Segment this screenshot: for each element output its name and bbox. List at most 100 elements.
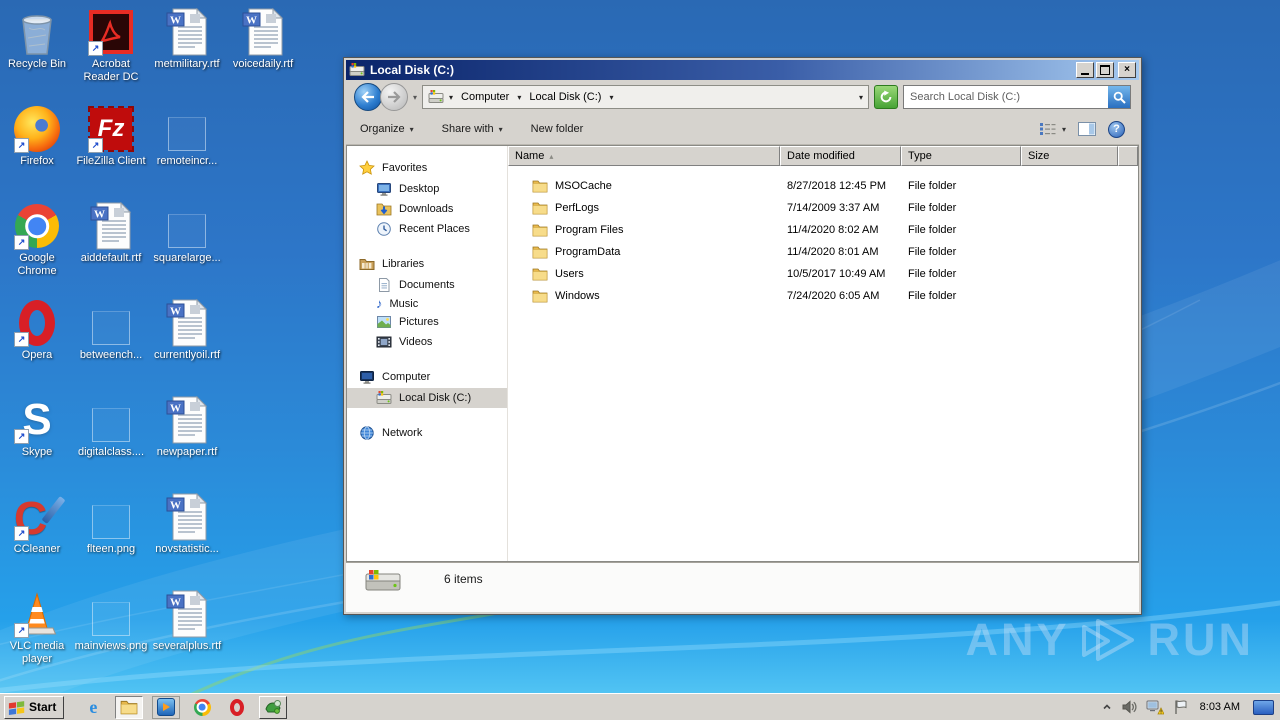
desktop-icon-acrobat-reader-dc[interactable]: ↗Acrobat Reader DC bbox=[74, 8, 148, 84]
sidebar-item-desktop[interactable]: Desktop bbox=[347, 179, 507, 199]
desktop-icon-newpaper-rtf[interactable]: Wnewpaper.rtf bbox=[150, 396, 224, 459]
column-header-name[interactable]: Name▴ bbox=[508, 146, 780, 166]
sidebar-section-network[interactable]: Network bbox=[347, 423, 507, 444]
chevron-down-icon: ▾ bbox=[499, 125, 503, 134]
file-row-perflogs[interactable]: PerfLogs7/14/2009 3:37 AMFile folder bbox=[508, 197, 1138, 219]
opera-button[interactable] bbox=[224, 697, 250, 718]
breadcrumb-item-local-disk-c[interactable]: Local Disk (C:) bbox=[526, 89, 604, 105]
desktop-icon-voicedaily-rtf[interactable]: Wvoicedaily.rtf bbox=[226, 8, 300, 71]
sidebar-item-local-disk-c[interactable]: Local Disk (C:) bbox=[347, 388, 507, 408]
file-row-users[interactable]: Users10/5/2017 10:49 AMFile folder bbox=[508, 263, 1138, 285]
file-row-program-files[interactable]: Program Files11/4/2020 8:02 AMFile folde… bbox=[508, 219, 1138, 241]
picture-frame-icon bbox=[376, 314, 392, 330]
action-center-flag-icon[interactable] bbox=[1173, 699, 1187, 715]
shortcut-arrow-icon: ↗ bbox=[14, 623, 29, 638]
search-icon[interactable] bbox=[1108, 86, 1130, 108]
file-row-programdata[interactable]: ProgramData11/4/2020 8:01 AMFile folder bbox=[508, 241, 1138, 263]
green-app-icon bbox=[264, 699, 282, 715]
taskbar-clock[interactable]: 8:03 AM bbox=[1196, 701, 1244, 713]
column-header-date-modified[interactable]: Date modified bbox=[780, 146, 901, 166]
desktop-icon-betweench[interactable]: betweench... bbox=[74, 299, 148, 362]
desktop-icon-label: betweench... bbox=[74, 349, 148, 362]
sidebar-section-favorites[interactable]: Favorites bbox=[347, 158, 507, 179]
maximize-button[interactable] bbox=[1096, 62, 1114, 78]
desktop-icon-severalplus-rtf[interactable]: Wseveralplus.rtf bbox=[150, 590, 224, 653]
desktop-icon-google-chrome[interactable]: ↗Google Chrome bbox=[0, 202, 74, 278]
sidebar-item-videos[interactable]: Videos bbox=[347, 332, 507, 352]
views-button[interactable]: ▾ bbox=[1039, 122, 1066, 136]
desktop-icon-novstatistic[interactable]: Wnovstatistic... bbox=[150, 493, 224, 556]
organize-button[interactable]: Organize▾ bbox=[360, 123, 414, 135]
desktop-icon-vlc-media-player[interactable]: ↗VLC media player bbox=[0, 590, 74, 666]
desktop-icon-filezilla-client[interactable]: Fz↗FileZilla Client bbox=[74, 105, 148, 168]
desktop-icon-aiddefault-rtf[interactable]: Waiddefault.rtf bbox=[74, 202, 148, 265]
breadcrumb-item-computer[interactable]: Computer bbox=[458, 89, 512, 105]
internet-explorer-icon: e bbox=[89, 697, 97, 718]
windows-explorer-button[interactable] bbox=[115, 696, 143, 719]
new-folder-button[interactable]: New folder bbox=[531, 123, 584, 135]
breadcrumb[interactable]: ▾ Computer ▾ Local Disk (C:) ▾ ▾ bbox=[422, 85, 869, 109]
share-with-button[interactable]: Share with▾ bbox=[442, 123, 503, 135]
file-name: Users bbox=[555, 268, 584, 280]
address-dropdown-icon[interactable]: ▾ bbox=[859, 93, 863, 102]
sidebar-item-music[interactable]: ♪Music bbox=[347, 295, 507, 312]
network-warning-icon[interactable] bbox=[1146, 699, 1164, 715]
display-tray-icon[interactable] bbox=[1253, 700, 1274, 715]
desktop-icon-flteen-png[interactable]: flteen.png bbox=[74, 493, 148, 556]
desktop-icon-ccleaner[interactable]: C↗CCleaner bbox=[0, 493, 74, 556]
desktop-icon-currentlyoil-rtf[interactable]: Wcurrentlyoil.rtf bbox=[150, 299, 224, 362]
desktop-icon-metmilitary-rtf[interactable]: Wmetmilitary.rtf bbox=[150, 8, 224, 71]
volume-icon[interactable] bbox=[1121, 699, 1137, 715]
history-dropdown-icon[interactable]: ▾ bbox=[413, 93, 417, 102]
desktop-icon-skype[interactable]: S↗Skype bbox=[0, 396, 74, 459]
internet-explorer-button[interactable]: e bbox=[80, 697, 106, 718]
minimize-button[interactable] bbox=[1076, 62, 1094, 78]
file-row-windows[interactable]: Windows7/24/2020 6:05 AMFile folder bbox=[508, 285, 1138, 307]
breadcrumb-separator-icon[interactable]: ▾ bbox=[449, 93, 453, 102]
desktop-icon-label: Google Chrome bbox=[0, 252, 74, 278]
breadcrumb-separator-icon[interactable]: ▾ bbox=[609, 93, 613, 102]
close-button[interactable]: × bbox=[1118, 62, 1136, 78]
sidebar-item-recent-places[interactable]: Recent Places bbox=[347, 219, 507, 239]
network-globe-icon bbox=[359, 425, 375, 441]
desktop-icon-mainviews-png[interactable]: mainviews.png bbox=[74, 590, 148, 653]
shortcut-arrow-icon: ↗ bbox=[14, 332, 29, 347]
expand-chevron-icon[interactable] bbox=[1102, 702, 1112, 712]
sidebar-item-label: Downloads bbox=[399, 203, 453, 215]
refresh-button[interactable] bbox=[874, 85, 898, 109]
preview-pane-button[interactable] bbox=[1078, 122, 1096, 136]
desktop-icon-firefox[interactable]: ↗Firefox bbox=[0, 105, 74, 168]
desktop-icon-recycle-bin[interactable]: Recycle Bin bbox=[0, 8, 74, 71]
column-header-type[interactable]: Type bbox=[901, 146, 1021, 166]
ccleaner-icon: C↗ bbox=[13, 493, 61, 541]
chrome-button[interactable] bbox=[189, 697, 215, 718]
start-button[interactable]: Start bbox=[4, 696, 64, 719]
windows-explorer-icon bbox=[120, 699, 138, 715]
forward-button[interactable] bbox=[380, 83, 408, 111]
sidebar-item-documents[interactable]: Documents bbox=[347, 275, 507, 295]
desktop-icon-digitalclass[interactable]: digitalclass.... bbox=[74, 396, 148, 459]
desktop-icon-remoteincr[interactable]: remoteincr... bbox=[150, 105, 224, 168]
search-input[interactable] bbox=[904, 91, 1108, 103]
document-page-icon bbox=[376, 277, 392, 293]
sidebar-item-downloads[interactable]: Downloads bbox=[347, 199, 507, 219]
file-row-msocache[interactable]: MSOCache8/27/2018 12:45 PMFile folder bbox=[508, 175, 1138, 197]
title-bar[interactable]: Local Disk (C:) × bbox=[346, 60, 1139, 80]
sidebar-section-libraries[interactable]: Libraries bbox=[347, 254, 507, 275]
skype-icon: S↗ bbox=[13, 396, 61, 444]
sidebar-item-pictures[interactable]: Pictures bbox=[347, 312, 507, 332]
sidebar-section-computer[interactable]: Computer bbox=[347, 367, 507, 388]
hard-disk-icon bbox=[349, 62, 365, 78]
file-name: Windows bbox=[555, 290, 600, 302]
folder-icon bbox=[532, 245, 548, 259]
column-header-size[interactable]: Size bbox=[1021, 146, 1118, 166]
shortcut-arrow-icon: ↗ bbox=[88, 41, 103, 56]
help-button[interactable]: ? bbox=[1108, 121, 1125, 138]
back-button[interactable] bbox=[354, 83, 382, 111]
green-app-button[interactable] bbox=[259, 696, 287, 719]
media-player-button[interactable] bbox=[152, 696, 180, 719]
desktop-icon-opera[interactable]: ↗Opera bbox=[0, 299, 74, 362]
desktop-icon-squarelarge[interactable]: squarelarge... bbox=[150, 202, 224, 265]
breadcrumb-separator-icon[interactable]: ▾ bbox=[517, 93, 521, 102]
sidebar-section-label: Libraries bbox=[382, 258, 424, 270]
